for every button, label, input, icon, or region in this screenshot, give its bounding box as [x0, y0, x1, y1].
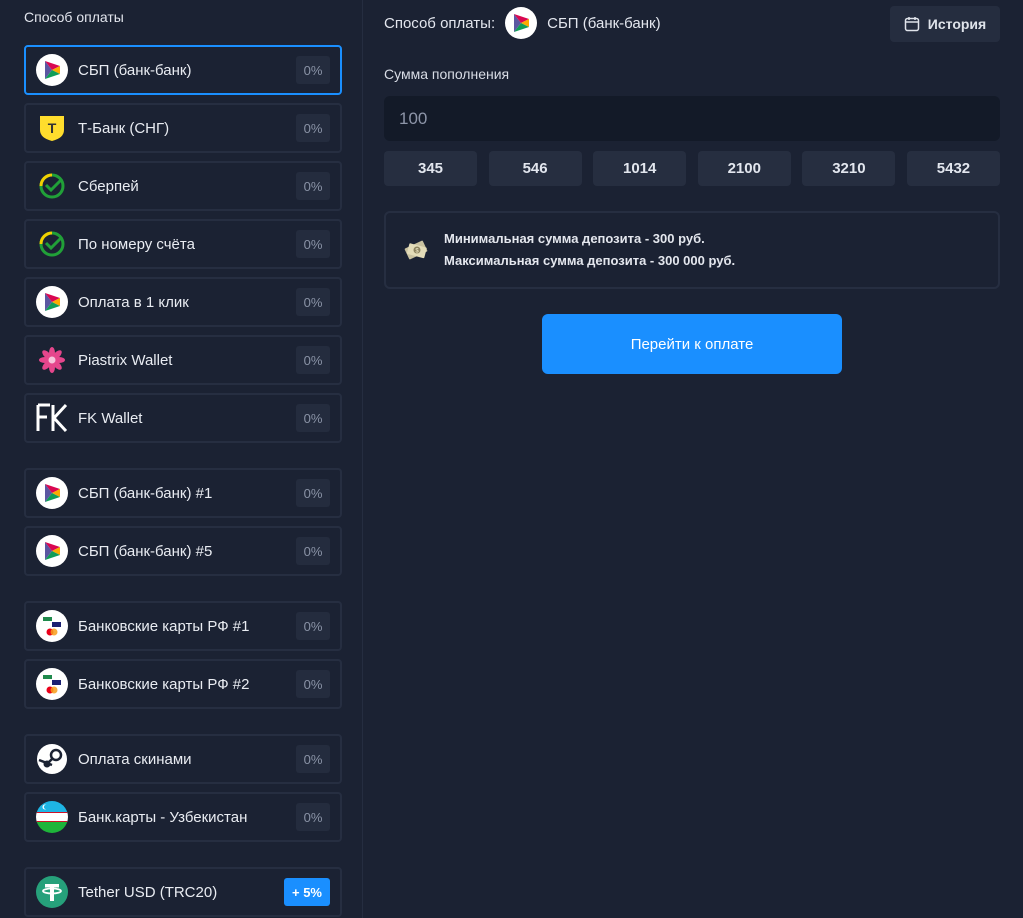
sbp-icon	[505, 7, 538, 39]
method-label: Piastrix Wallet	[78, 351, 173, 369]
history-button[interactable]: История	[890, 6, 1000, 42]
calendar-icon	[904, 17, 920, 32]
preset-amount-button[interactable]: 1014	[593, 151, 687, 186]
min-deposit-text: Минимальная сумма депозита - 300 руб.	[444, 231, 705, 246]
card-brands-icon	[36, 610, 68, 642]
money-icon: $	[402, 236, 430, 264]
header-prefix: Способ оплаты:	[384, 14, 496, 32]
commission-badge: 0%	[296, 479, 330, 507]
sbp-icon	[36, 286, 68, 318]
sber-icon	[36, 228, 68, 260]
method-account-number[interactable]: По номеру счёта 0%	[24, 219, 342, 269]
proceed-to-payment-button[interactable]: Перейти к оплате	[542, 314, 842, 374]
method-one-click[interactable]: Оплата в 1 клик 0%	[24, 277, 342, 327]
info-lines: Минимальная сумма депозита - 300 руб. Ма…	[444, 228, 735, 272]
method-tether-trc20[interactable]: Tether USD (TRC20) + 5%	[24, 867, 342, 917]
method-label: FK Wallet	[78, 409, 143, 427]
commission-badge: 0%	[296, 745, 330, 773]
commission-badge: 0%	[296, 612, 330, 640]
sidebar-title: Способ оплаты	[24, 9, 124, 25]
preset-amount-button[interactable]: 3210	[802, 151, 896, 186]
bonus-badge: + 5%	[284, 878, 330, 906]
commission-badge: 0%	[296, 670, 330, 698]
commission-badge: 0%	[296, 803, 330, 831]
uzbekistan-flag-icon	[36, 801, 68, 833]
commission-badge: 0%	[296, 346, 330, 374]
selected-method-header: Способ оплаты: СБП (банк-банк)	[384, 6, 661, 40]
method-bank-cards-rf-1[interactable]: Банковские карты РФ #1 0%	[24, 601, 342, 651]
method-tbank[interactable]: T Т-Банк (СНГ) 0%	[24, 103, 342, 153]
amount-label: Сумма пополнения	[384, 66, 510, 82]
sber-icon	[36, 170, 68, 202]
method-uzbekistan-cards[interactable]: Банк.карты - Узбекистан 0%	[24, 792, 342, 842]
amount-input[interactable]	[384, 96, 1000, 141]
commission-badge: 0%	[296, 404, 330, 432]
preset-amount-button[interactable]: 546	[488, 151, 582, 186]
method-label: Банк.карты - Узбекистан	[78, 808, 248, 826]
preset-amount-button[interactable]: 345	[384, 151, 477, 186]
method-label: Банковские карты РФ #1	[78, 617, 250, 635]
method-piastrix[interactable]: Piastrix Wallet 0%	[24, 335, 342, 385]
commission-badge: 0%	[296, 172, 330, 200]
svg-text:T: T	[48, 120, 57, 136]
method-label: Оплата скинами	[78, 750, 192, 768]
method-label: СБП (банк-банк) #1	[78, 484, 213, 502]
method-label: СБП (банк-банк) #5	[78, 542, 213, 560]
method-label: Tether USD (TRC20)	[78, 883, 218, 901]
method-skins[interactable]: Оплата скинами 0%	[24, 734, 342, 784]
preset-amount-button[interactable]: 2100	[697, 151, 791, 186]
tether-icon	[36, 876, 68, 908]
fk-logo-icon	[36, 402, 68, 434]
commission-badge: 0%	[296, 230, 330, 258]
piastrix-flower-icon	[36, 344, 68, 376]
deposit-limits-info: $ Минимальная сумма депозита - 300 руб. …	[384, 211, 1000, 289]
method-label: Оплата в 1 клик	[78, 293, 189, 311]
sbp-icon	[36, 54, 68, 86]
history-label: История	[927, 16, 987, 32]
commission-badge: 0%	[296, 537, 330, 565]
method-sberpay[interactable]: Сберпей 0%	[24, 161, 342, 211]
sbp-icon	[36, 477, 68, 509]
method-fk-wallet[interactable]: FK Wallet 0%	[24, 393, 342, 443]
method-bank-cards-rf-2[interactable]: Банковские карты РФ #2 0%	[24, 659, 342, 709]
commission-badge: 0%	[296, 56, 330, 84]
method-label: Банковские карты РФ #2	[78, 675, 250, 693]
method-sbp-5[interactable]: СБП (банк-банк) #5 0%	[24, 526, 342, 576]
steam-icon	[36, 743, 68, 775]
method-label: Сберпей	[78, 177, 139, 195]
card-brands-icon	[36, 668, 68, 700]
commission-badge: 0%	[296, 288, 330, 316]
max-deposit-text: Максимальная сумма депозита - 300 000 ру…	[444, 253, 736, 268]
method-label: СБП (банк-банк)	[78, 61, 192, 79]
sbp-icon	[36, 535, 68, 567]
method-label: Т-Банк (СНГ)	[78, 119, 170, 137]
method-sbp-1[interactable]: СБП (банк-банк) #1 0%	[24, 468, 342, 518]
selected-method-name: СБП (банк-банк)	[547, 14, 661, 32]
method-sbp[interactable]: СБП (банк-банк) 0%	[24, 45, 342, 95]
tbank-icon: T	[36, 112, 68, 144]
preset-amount-button[interactable]: 5432	[906, 151, 1000, 186]
amount-presets: 345 546 1014 2100 3210 5432	[384, 151, 1000, 186]
commission-badge: 0%	[296, 114, 330, 142]
method-label: По номеру счёта	[78, 235, 195, 253]
payment-methods-sidebar: Способ оплаты СБП (банк-банк) 0% T Т-Бан…	[0, 0, 363, 918]
